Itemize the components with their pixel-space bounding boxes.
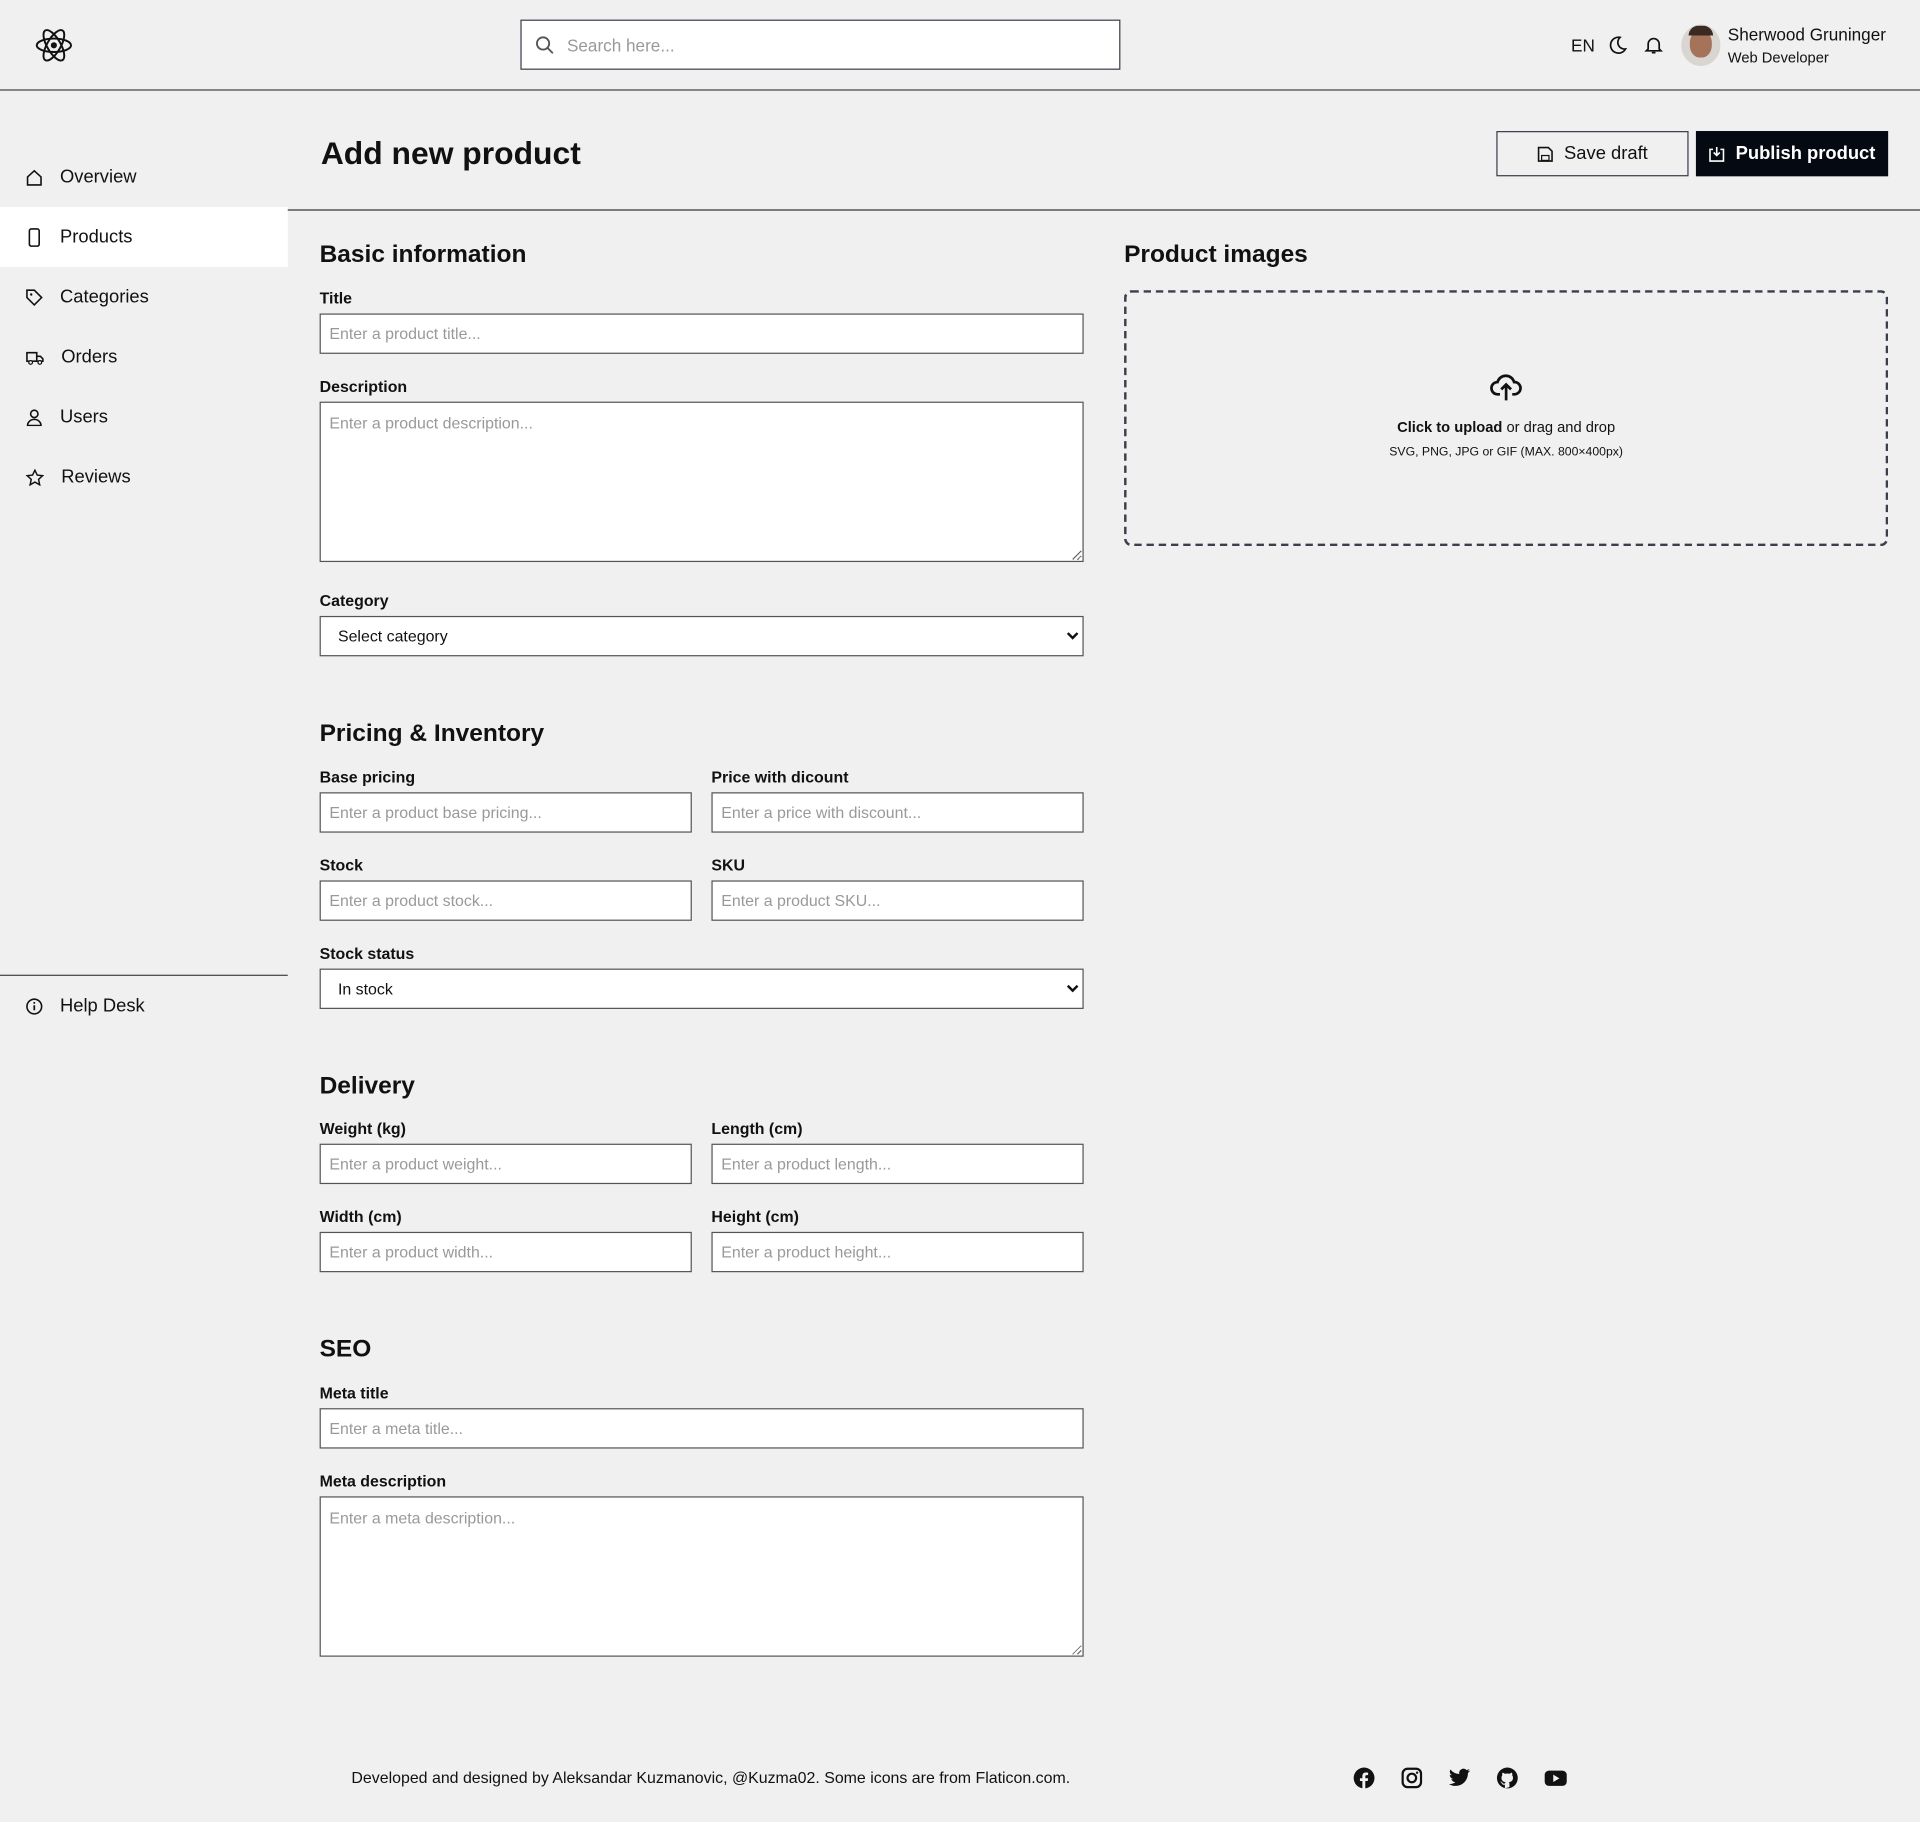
stock-status-label: Stock status [319, 944, 415, 963]
sku-label: SKU [711, 855, 746, 875]
meta-title-input[interactable] [319, 1408, 1084, 1449]
weight-label: Weight (kg) [319, 1119, 406, 1138]
info-icon [26, 997, 43, 1015]
search-icon [536, 35, 554, 54]
sidebar-item-products[interactable]: Products [0, 206, 288, 267]
bell-icon[interactable] [1644, 36, 1663, 56]
truck-icon [26, 351, 44, 365]
save-draft-label: Save draft [1564, 143, 1648, 165]
sidebar-item-reviews[interactable]: Reviews [0, 447, 288, 507]
sidebar-item-categories[interactable]: Categories [0, 267, 288, 327]
sidebar-item-label: Users [60, 406, 108, 428]
meta-description-textarea[interactable] [319, 1496, 1084, 1657]
search-bar[interactable] [520, 19, 1121, 70]
length-label: Length (cm) [711, 1119, 803, 1138]
discount-price-input[interactable] [711, 792, 1084, 833]
sidebar-item-label: Categories [60, 286, 149, 308]
star-icon [25, 468, 45, 486]
sidebar-item-users[interactable]: Users [0, 387, 288, 447]
page-title: Add new product [320, 134, 581, 172]
react-logo-icon[interactable] [34, 27, 73, 64]
discount-price-label: Price with dicount [711, 767, 849, 787]
user-icon [26, 408, 42, 426]
sidebar-item-label: Help Desk [60, 995, 145, 1017]
section-heading-delivery: Delivery [319, 1072, 415, 1100]
click-to-upload-link[interactable]: Click to upload [1397, 419, 1502, 436]
meta-title-label: Meta title [319, 1383, 389, 1403]
title-input[interactable] [319, 313, 1084, 354]
section-heading-images: Product images [1124, 241, 1308, 269]
search-input[interactable] [564, 33, 1084, 56]
meta-description-label: Meta description [319, 1471, 447, 1491]
title-label: Title [319, 288, 353, 308]
section-heading-basic: Basic information [319, 241, 527, 269]
youtube-icon[interactable] [1544, 1768, 1567, 1788]
category-label: Category [319, 591, 389, 610]
github-icon[interactable] [1496, 1767, 1518, 1789]
description-textarea[interactable] [319, 401, 1084, 563]
stock-input[interactable] [319, 880, 692, 921]
facebook-icon[interactable] [1353, 1767, 1375, 1789]
stock-status-select[interactable]: In stock [319, 968, 1084, 1009]
footer-credits: Developed and designed by Aleksandar Kuz… [351, 1768, 1071, 1787]
download-icon [1709, 146, 1725, 162]
image-upload-dropzone[interactable]: Click to upload or drag and drop SVG, PN… [1124, 290, 1889, 547]
width-input[interactable] [319, 1231, 692, 1273]
publish-label: Publish product [1735, 143, 1876, 165]
twitter-icon[interactable] [1448, 1768, 1471, 1788]
sidebar-item-label: Reviews [61, 466, 131, 488]
tag-icon [26, 288, 43, 306]
width-label: Width (cm) [319, 1207, 402, 1226]
base-pricing-label: Base pricing [319, 767, 416, 787]
moon-icon[interactable] [1608, 36, 1628, 56]
sidebar-item-orders[interactable]: Orders [0, 327, 288, 387]
weight-input[interactable] [319, 1143, 692, 1185]
instagram-icon[interactable] [1401, 1767, 1423, 1789]
user-name: Sherwood Gruninger [1727, 24, 1886, 45]
category-select[interactable]: Select category [319, 615, 1084, 657]
user-role: Web Developer [1727, 48, 1829, 67]
save-draft-button[interactable]: Save draft [1496, 131, 1689, 177]
sidebar-item-label: Overview [60, 166, 137, 188]
drag-drop-text: or drag and drop [1502, 418, 1616, 436]
height-input[interactable] [711, 1231, 1084, 1273]
sidebar-item-help-desk[interactable]: Help Desk [0, 976, 288, 1036]
sidebar-item-label: Products [60, 226, 133, 248]
sidebar-item-overview[interactable]: Overview [0, 147, 288, 207]
cloud-upload-icon [1490, 374, 1522, 401]
publish-product-button[interactable]: Publish product [1695, 131, 1889, 177]
stock-label: Stock [319, 855, 363, 875]
home-icon [26, 169, 42, 186]
sidebar-item-label: Orders [61, 346, 118, 368]
section-heading-seo: SEO [319, 1335, 372, 1363]
section-heading-pricing: Pricing & Inventory [319, 720, 545, 747]
phone-icon [28, 227, 40, 247]
header-divider [287, 209, 1920, 211]
upload-formats: SVG, PNG, JPG or GIF (MAX. 800×400px) [1389, 445, 1624, 460]
base-pricing-input[interactable] [319, 792, 692, 833]
sku-input[interactable] [711, 880, 1084, 921]
length-input[interactable] [711, 1143, 1084, 1185]
height-label: Height (cm) [711, 1207, 799, 1226]
description-label: Description [319, 377, 408, 396]
language-selector[interactable]: EN [1571, 36, 1595, 56]
avatar[interactable] [1681, 24, 1721, 67]
save-icon [1538, 146, 1554, 162]
